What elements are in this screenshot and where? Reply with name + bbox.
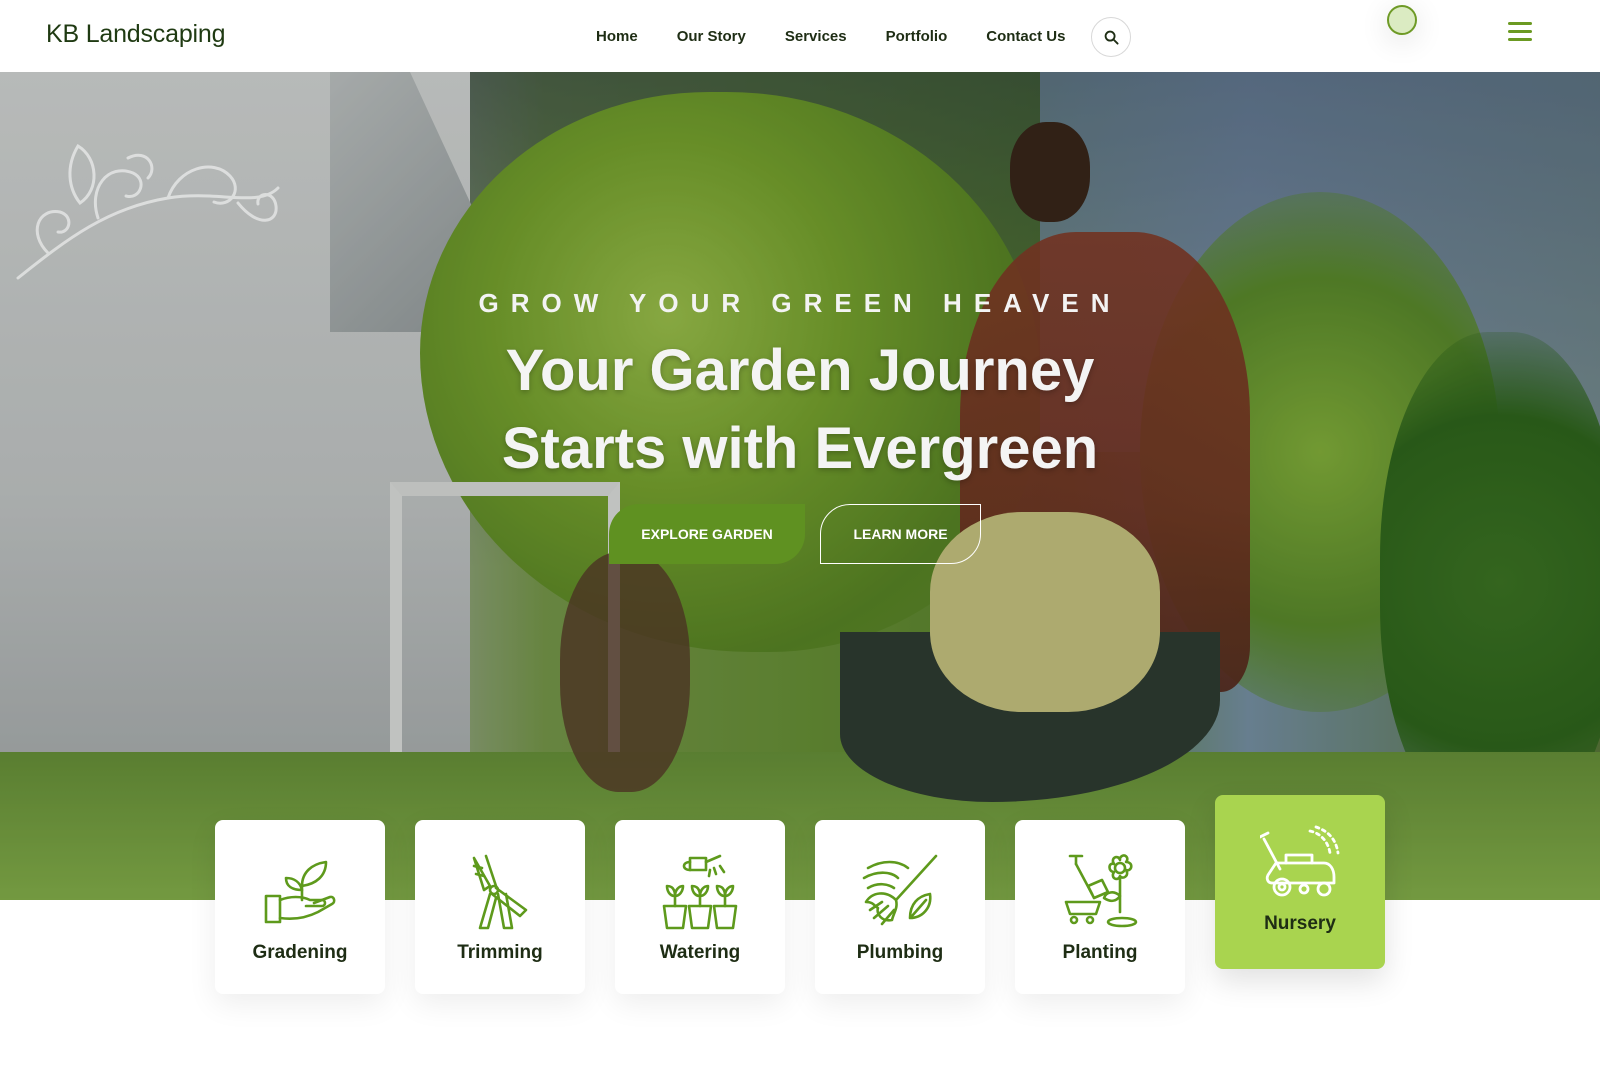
service-card-plumbing[interactable]: Plumbing bbox=[815, 820, 985, 994]
search-icon bbox=[1104, 30, 1119, 45]
hero-section: GROW YOUR GREEN HEAVEN Your Garden Journ… bbox=[0, 72, 1600, 900]
pruning-shears-icon bbox=[472, 854, 528, 930]
menu-line-icon bbox=[1508, 30, 1532, 33]
search-button[interactable] bbox=[1091, 17, 1131, 57]
menu-line-icon bbox=[1508, 38, 1532, 41]
service-card-planting[interactable]: Planting bbox=[1015, 820, 1185, 994]
cursor-ring bbox=[1387, 5, 1417, 35]
hamburger-menu-button[interactable] bbox=[1508, 22, 1532, 46]
nav-portfolio[interactable]: Portfolio bbox=[886, 28, 948, 45]
shovel-flower-icon bbox=[1064, 854, 1138, 928]
service-label: Gradening bbox=[252, 942, 348, 963]
hero-title-line: Your Garden Journey bbox=[505, 338, 1095, 403]
hero-title-line: Starts with Evergreen bbox=[501, 416, 1099, 481]
watering-can-pots-icon bbox=[662, 854, 738, 930]
nav-contact-us[interactable]: Contact Us bbox=[986, 28, 1065, 45]
service-card-nursery[interactable]: Nursery bbox=[1215, 795, 1385, 969]
decorative-swirl-icon bbox=[16, 143, 280, 280]
service-card-trimming[interactable]: Trimming bbox=[415, 820, 585, 994]
hero-tagline: GROW YOUR GREEN HEAVEN bbox=[478, 288, 1122, 318]
rake-leaf-icon bbox=[862, 854, 938, 926]
learn-more-button[interactable]: LEARN MORE bbox=[820, 504, 981, 564]
explore-garden-button[interactable]: EXPLORE GARDEN bbox=[609, 504, 805, 564]
service-card-watering[interactable]: Watering bbox=[615, 820, 785, 994]
service-card-gardening[interactable]: Gradening bbox=[215, 820, 385, 994]
menu-line-icon bbox=[1508, 22, 1532, 25]
service-label: Plumbing bbox=[856, 942, 944, 963]
hero-title: Your Garden Journey Starts with Evergree… bbox=[0, 332, 1600, 488]
site-header: KB Landscaping Home Our Story Services P… bbox=[0, 0, 1600, 72]
service-label: Trimming bbox=[457, 942, 543, 963]
gardening-hand-plant-icon bbox=[264, 860, 336, 924]
service-label: Nursery bbox=[1264, 913, 1336, 934]
nav-our-story[interactable]: Our Story bbox=[677, 28, 746, 45]
main-nav: Home Our Story Services Portfolio Contac… bbox=[596, 0, 1104, 72]
service-label: Planting bbox=[1062, 942, 1138, 963]
nav-home[interactable]: Home bbox=[596, 28, 638, 45]
nav-services[interactable]: Services bbox=[785, 28, 847, 45]
lawn-mower-icon bbox=[1260, 825, 1340, 897]
site-logo[interactable]: KB Landscaping bbox=[46, 20, 225, 49]
service-label: Watering bbox=[659, 942, 741, 963]
